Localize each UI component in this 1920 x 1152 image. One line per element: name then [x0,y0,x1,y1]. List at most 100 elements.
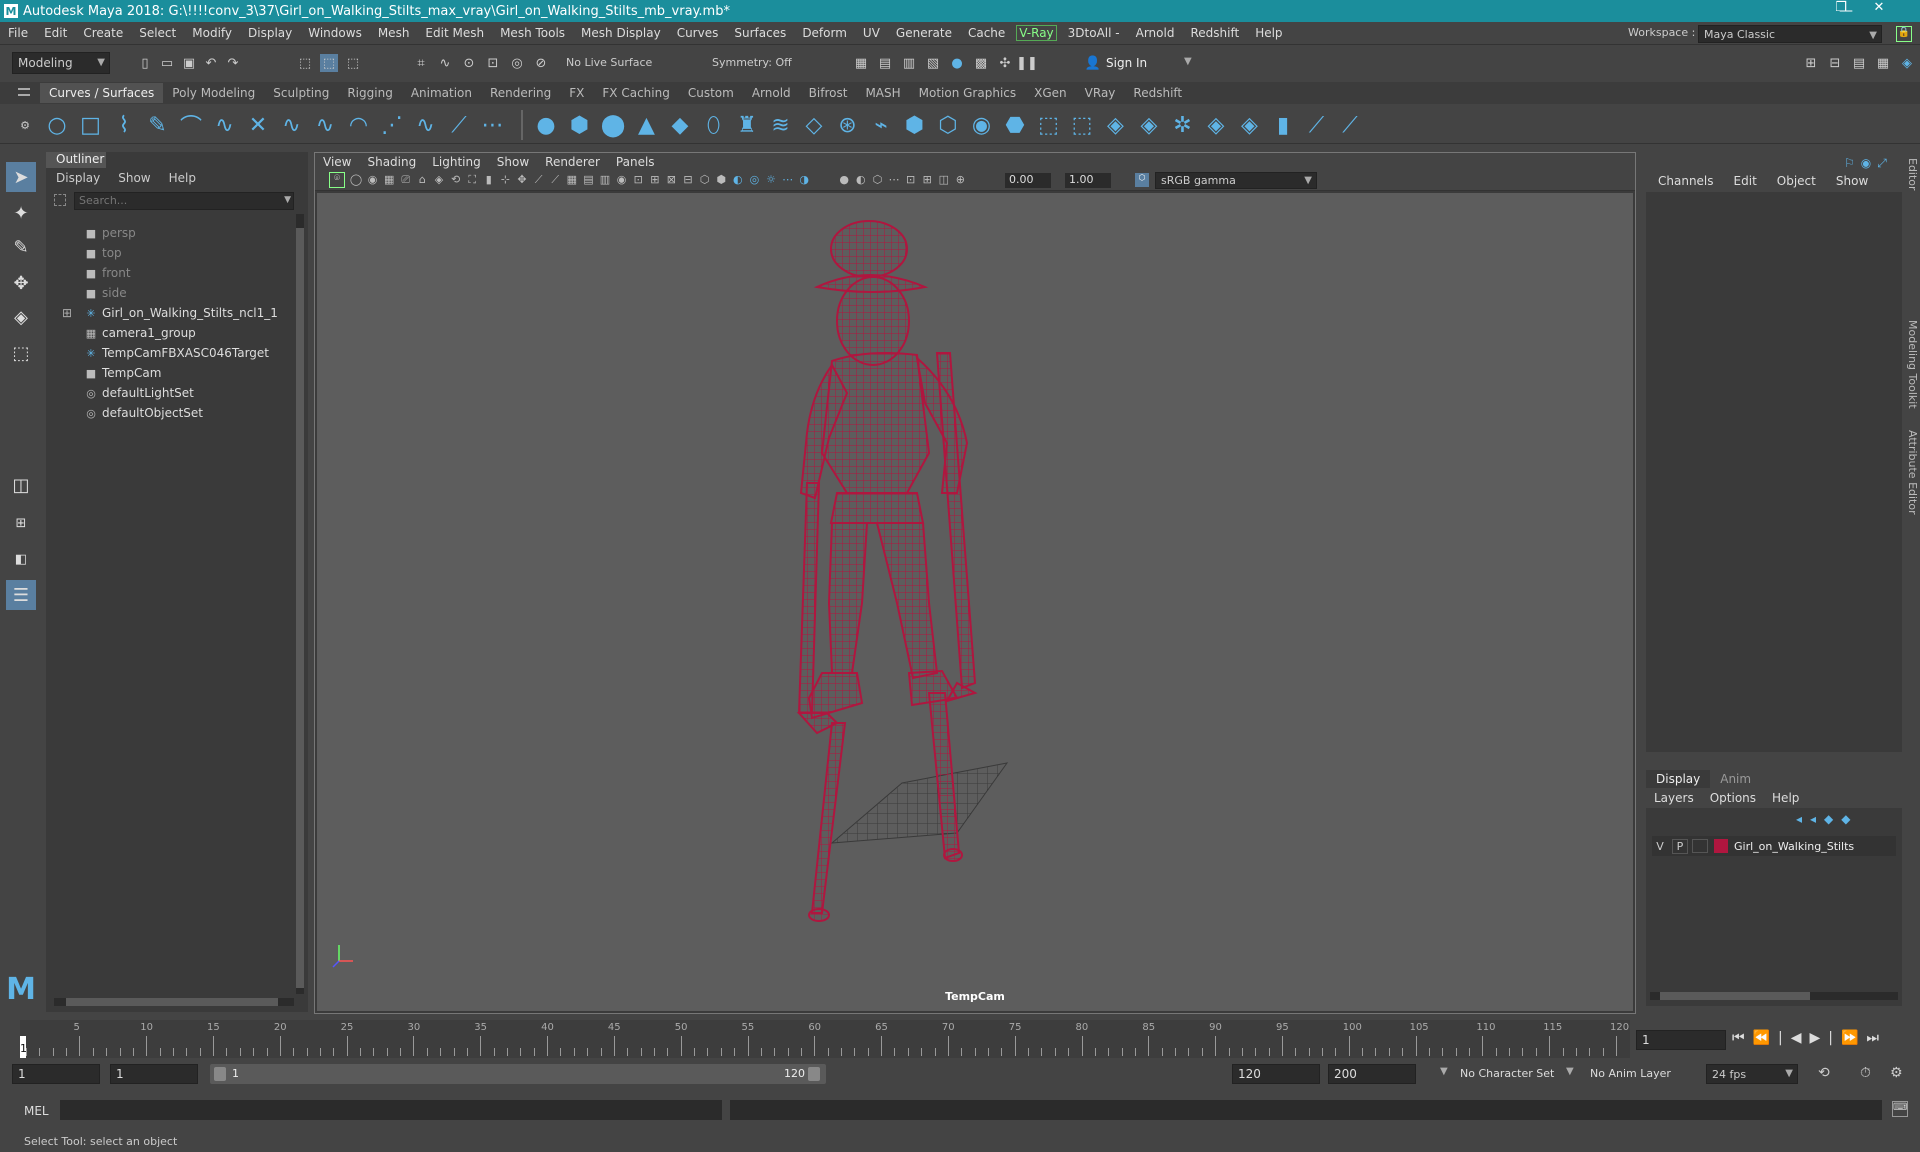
viewport-menu-shading[interactable]: Shading [367,155,416,169]
menu-mesh-tools[interactable]: Mesh Tools [492,26,573,40]
arc-three-icon[interactable]: ∿ [312,112,338,138]
scene-end-field[interactable]: 200 [1328,1064,1416,1084]
outliner-item-girl-on-walking-stilts-ncl1-1[interactable]: ⊞ ✳ Girl_on_Walking_Stilts_ncl1_1 [62,304,278,322]
offset-curve-icon[interactable]: ⋯ [480,112,506,138]
viewport-tool-icon-4[interactable]: ⌂ [415,173,429,187]
viewport-tool-icon-35[interactable]: ⊕ [953,173,967,187]
viewport-tool-icon-7[interactable]: ⛶ [465,173,479,187]
snap-surface-icon[interactable]: ◎ [508,54,526,72]
outliner-hscroll-thumb[interactable] [66,998,278,1006]
nurbs-cone-icon[interactable]: ▲ [634,112,660,138]
project-curve-icon[interactable]: ⬣ [1002,112,1028,138]
current-frame-field[interactable]: 1 [1636,1030,1726,1050]
menu-display[interactable]: Display [240,26,300,40]
outliner-menu-display[interactable]: Display [56,171,100,185]
revolve-icon[interactable]: ♜ [734,112,760,138]
move-tool-icon[interactable]: ✥ [6,268,36,298]
menu-mesh-display[interactable]: Mesh Display [573,26,669,40]
loft-icon[interactable]: ≋ [768,112,794,138]
nurbs-cube-icon[interactable]: ⬢ [567,112,593,138]
range-start-field[interactable]: 1 [110,1064,198,1084]
snap-point-icon[interactable]: ⊙ [460,54,478,72]
menu-redshift[interactable]: Redshift [1182,26,1247,40]
viewport-tool-icon-25[interactable]: ☼ [764,173,778,187]
select-hierarchy-icon[interactable]: ⬚ [296,54,314,72]
viewport-tool-icon-18[interactable]: ⊞ [648,173,662,187]
side-tab-attribute-editor[interactable]: Attribute Editor [1906,430,1919,530]
viewport-tool-icon-30[interactable]: ⬡ [870,173,884,187]
filter-icon[interactable] [54,194,66,206]
shelf-tab-redshift[interactable]: Redshift [1124,83,1191,103]
viewport-tool-icon-27[interactable]: ◑ [797,173,811,187]
outliner-item-tempcamfbxasc046target[interactable]: ✳ TempCamFBXASC046Target [84,344,269,362]
outliner-hscrollbar[interactable] [54,998,294,1006]
bevel-icon[interactable]: ⬢ [902,112,928,138]
layer-row[interactable]: V P Girl_on_Walking_Stilts [1652,836,1896,856]
expand-icon[interactable]: ⊞ [62,306,72,320]
snap-grid-icon[interactable]: ⌗ [412,54,430,72]
planar-icon[interactable]: ◇ [801,112,827,138]
menu-help[interactable]: Help [1247,26,1290,40]
viewport-tool-icon-24[interactable]: ◎ [747,173,761,187]
far-clip-field[interactable]: 1.00 [1065,173,1111,188]
channel-box-icon[interactable]: ▦ [1874,54,1892,72]
viewport-tool-icon-13[interactable]: ▦ [565,173,579,187]
menu-file[interactable]: File [0,26,36,40]
menu-deform[interactable]: Deform [794,26,855,40]
range-end-handle[interactable] [808,1067,820,1081]
shelf-tab-animation[interactable]: Animation [402,83,481,103]
save-scene-icon[interactable]: ▣ [180,54,198,72]
sign-in-button[interactable]: Sign In [1106,56,1147,70]
shelf-tab-fx-caching[interactable]: FX Caching [593,83,678,103]
outliner-item-front[interactable]: ■ front [84,264,131,282]
shelf-tab-poly-modeling[interactable]: Poly Modeling [163,83,264,103]
menu-modify[interactable]: Modify [184,26,240,40]
range-slider[interactable]: 1 120 [210,1064,826,1084]
viewport-tool-icon-9[interactable]: ⊹ [498,173,512,187]
camera-lock-icon[interactable]: ⌾ [329,172,345,188]
layer-menu-options[interactable]: Options [1710,791,1756,805]
tool-settings-icon[interactable]: ▤ [1850,54,1868,72]
outliner-item-top[interactable]: ■ top [84,244,122,262]
fps-select[interactable]: 24 fps ▼ [1706,1064,1798,1084]
layer-menu-layers[interactable]: Layers [1654,791,1694,805]
viewport-tool-icon-5[interactable]: ◈ [432,173,446,187]
four-view-icon[interactable]: ⊞ [6,508,36,538]
close-button[interactable]: ✕ [1856,0,1902,22]
ipr-render-icon[interactable]: ▥ [900,54,918,72]
open-scene-icon[interactable]: ▭ [158,54,176,72]
attribute-editor-icon[interactable]: ⊟ [1826,54,1844,72]
shelf-tab-motion-graphics[interactable]: Motion Graphics [910,83,1026,103]
trim-icon[interactable]: ⬚ [1036,112,1062,138]
shelf-tab-curves-surfaces[interactable]: Curves / Surfaces [40,83,164,103]
viewport-tool-icon-11[interactable]: ⟋ [532,173,546,187]
viewport-tool-icon-15[interactable]: ▥ [598,173,612,187]
viewport-tool-icon-26[interactable]: ⋯ [781,173,795,187]
undo-icon[interactable]: ↶ [202,54,220,72]
outliner-item-tempcam[interactable]: ■ TempCam [84,364,162,382]
outliner-item-defaultlightset[interactable]: ◎ defaultLightSet [84,384,194,402]
new-scene-icon[interactable]: ▯ [136,54,154,72]
nurbs-plane-icon[interactable]: ◆ [667,112,693,138]
select-tool-icon[interactable]: ➤ [6,162,36,192]
auto-key-icon[interactable]: ⏱ [1860,1065,1871,1081]
rebuild-surface-icon[interactable]: ◈ [1203,112,1229,138]
hypershade-icon[interactable]: ● [948,54,966,72]
menu-curves[interactable]: Curves [669,26,727,40]
channel-box-menu-channels[interactable]: Channels [1658,174,1714,192]
outliner-item-defaultobjectset[interactable]: ◎ defaultObjectSet [84,404,203,422]
shelf-tab-custom[interactable]: Custom [679,83,743,103]
side-tab-modeling-toolkit[interactable]: Modeling Toolkit [1906,320,1919,420]
outliner-search-input[interactable] [75,194,265,207]
nurbs-torus-icon[interactable]: ⬯ [701,112,727,138]
viewport-3d[interactable]: TempCam [317,193,1633,1011]
viewport-tool-icon-17[interactable]: ⊡ [631,173,645,187]
viewport-menu-renderer[interactable]: Renderer [545,155,600,169]
viewport-tool-icon-16[interactable]: ◉ [615,173,629,187]
outliner-item-side[interactable]: ■ side [84,284,127,302]
select-component-icon[interactable]: ⬚ [344,54,362,72]
viewport-tool-icon-32[interactable]: ⊡ [904,173,918,187]
extrude-icon[interactable]: ⊛ [835,112,861,138]
viewport-tool-icon-3[interactable]: ⎚ [399,173,413,187]
gear-icon[interactable]: ⚙ [16,116,34,134]
